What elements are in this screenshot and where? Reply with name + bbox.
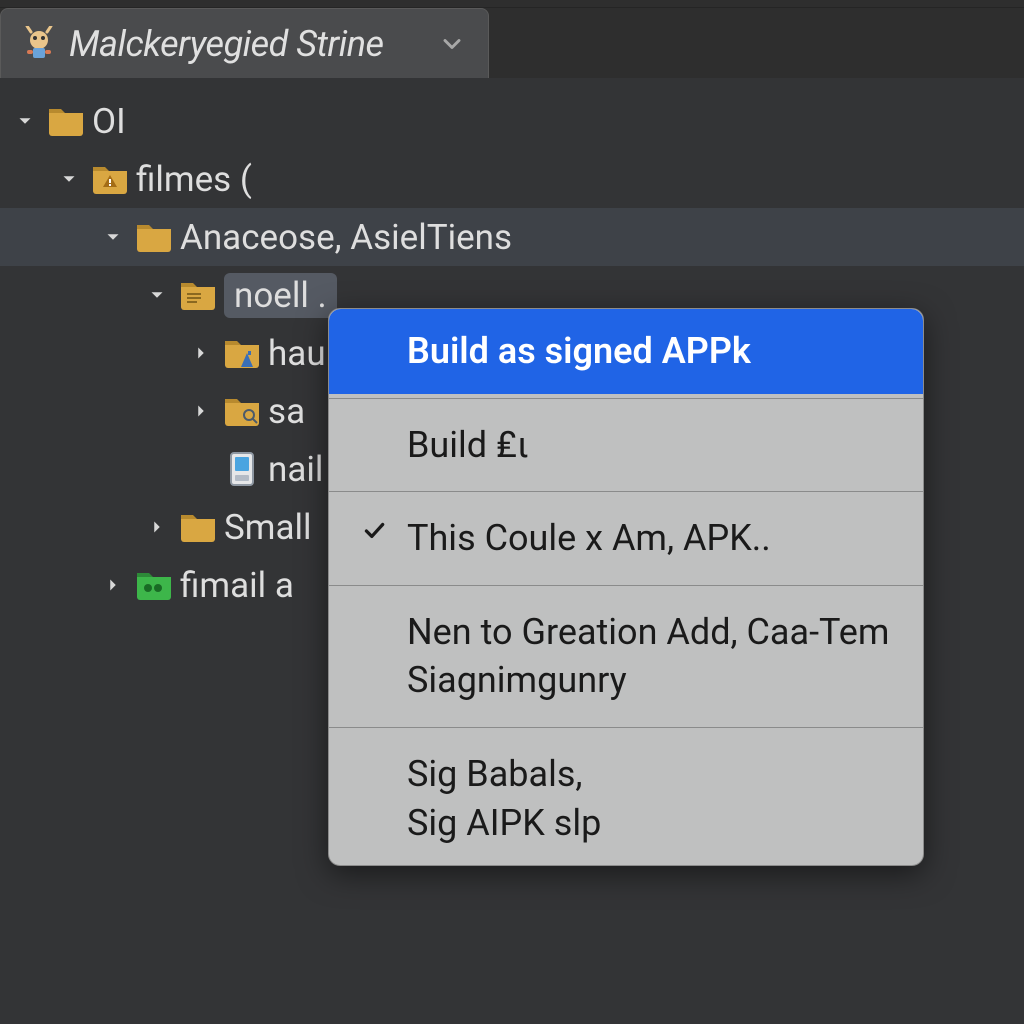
menu-item-label: This Coule x Am, APK.. — [407, 514, 893, 563]
disclosure-triangle-icon[interactable] — [54, 164, 84, 194]
menu-separator — [329, 491, 923, 492]
checkmark-icon — [359, 514, 389, 544]
menu-item-greation-add[interactable]: Nen to Greation Add, Caa-Tem Siagnimgunr… — [329, 590, 923, 723]
disclosure-triangle-icon[interactable] — [98, 222, 128, 252]
menu-item-build-signed[interactable]: Build as signed APPk — [329, 309, 923, 394]
folder-icon — [46, 101, 86, 141]
folder-icon — [134, 217, 174, 257]
folder-search-icon — [222, 391, 262, 431]
folder-green-icon — [134, 565, 174, 605]
menu-checkmark-spacer — [359, 608, 389, 612]
menu-checkmark-spacer — [359, 327, 389, 331]
tree-node-filmes[interactable]: filmes ( — [0, 150, 1024, 208]
menu-item-sig[interactable]: Sig Babals, Sig AIPK slp — [329, 732, 923, 865]
window-top-strip — [0, 0, 1024, 8]
tree-label: noell . — [234, 275, 327, 316]
menu-item-label: Build as signed APPk — [407, 327, 893, 376]
tree-node-anaceose[interactable]: Anaceose, AsielTiens — [0, 208, 1024, 266]
tree-label: sa — [268, 391, 305, 432]
disclosure-triangle-icon[interactable] — [98, 570, 128, 600]
tree-label: nail — [268, 449, 323, 490]
menu-item-label: Nen to Greation Add, Caa-Tem Siagnimgunr… — [407, 608, 893, 705]
app-mascot-icon — [21, 26, 57, 62]
disclosure-triangle-icon[interactable] — [186, 338, 216, 368]
tree-label: Anaceose, AsielTiens — [180, 217, 512, 258]
context-menu: Build as signed APPk Build ₤ι This Coule… — [328, 308, 924, 866]
tree-node-root[interactable]: OI — [0, 92, 1024, 150]
tree-label: hau — [268, 333, 326, 374]
menu-checkmark-spacer — [359, 750, 389, 754]
tab-dropdown-chevron-icon[interactable] — [436, 28, 468, 60]
tree-label: fimail a — [180, 565, 294, 606]
menu-separator — [329, 727, 923, 728]
disclosure-triangle-icon[interactable] — [10, 106, 40, 136]
editor-tab-strip: Malckeryegied Strine — [0, 8, 1024, 78]
tab-title: Malckeryegied Strine — [69, 23, 384, 65]
menu-checkmark-spacer — [359, 421, 389, 425]
menu-item-coule-apk[interactable]: This Coule x Am, APK.. — [329, 496, 923, 581]
tree-label: filmes ( — [136, 159, 252, 200]
menu-item-build[interactable]: Build ₤ι — [329, 403, 923, 488]
device-icon — [222, 449, 262, 489]
menu-separator — [329, 398, 923, 399]
disclosure-triangle-icon[interactable] — [186, 396, 216, 426]
tree-label: OI — [92, 101, 126, 142]
active-tab[interactable]: Malckeryegied Strine — [0, 8, 489, 78]
menu-item-label: Sig Babals, Sig AIPK slp — [407, 750, 893, 847]
folder-script-icon — [222, 333, 262, 373]
folder-icon — [178, 507, 218, 547]
tree-label: Small — [224, 507, 312, 548]
disclosure-triangle-icon[interactable] — [142, 512, 172, 542]
menu-item-label: Build ₤ι — [407, 421, 893, 470]
project-tree-panel: OI filmes ( Anaceose, AsielTiens noell . — [0, 78, 1024, 1024]
disclosure-triangle-icon[interactable] — [142, 280, 172, 310]
folder-warning-icon — [90, 159, 130, 199]
folder-lines-icon — [178, 275, 218, 315]
menu-separator — [329, 585, 923, 586]
